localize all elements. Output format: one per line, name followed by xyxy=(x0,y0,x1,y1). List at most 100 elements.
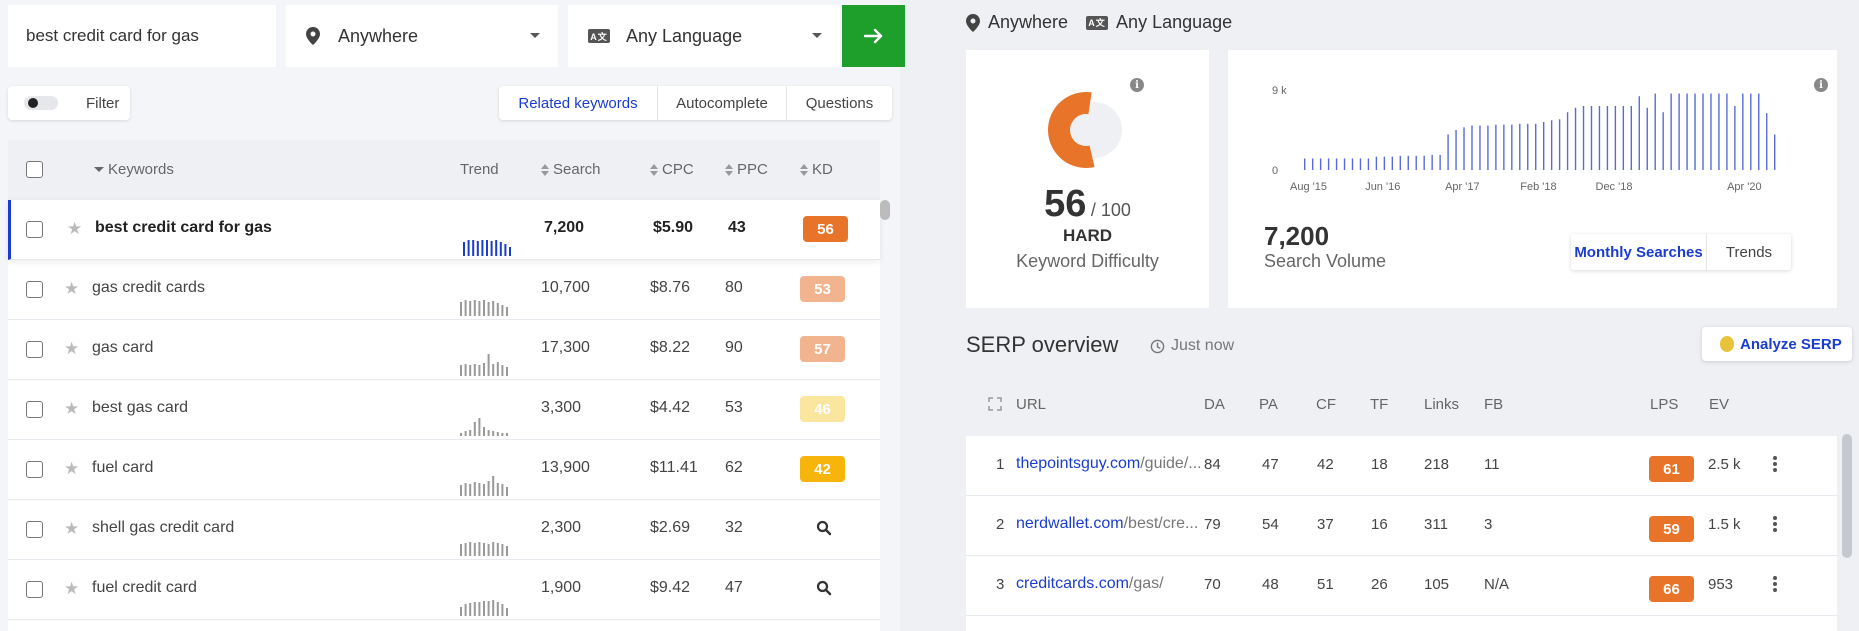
volume-bar xyxy=(1423,155,1425,170)
star-icon[interactable]: ★ xyxy=(64,279,79,299)
header-da[interactable]: DA xyxy=(1204,396,1225,413)
search-volume-card: i 9 k 0 Aug '15 Jun '16 Apr '17 Feb '18 Dec '1… xyxy=(1228,50,1837,308)
header-cpc[interactable]: CPC xyxy=(650,161,694,178)
header-links[interactable]: Links xyxy=(1424,396,1459,413)
cpc-value: $2.69 xyxy=(650,519,691,536)
serp-da: 79 xyxy=(1204,516,1221,533)
table-row[interactable]: ★ best credit card for gas 7,200 $5.90 4… xyxy=(8,200,880,260)
volume-bar xyxy=(1335,158,1338,170)
header-ev[interactable]: EV xyxy=(1709,396,1729,413)
star-icon[interactable]: ★ xyxy=(64,459,79,479)
x-tick-label: Apr '20 xyxy=(1727,181,1762,193)
volume-bar xyxy=(1590,106,1593,170)
row-checkbox[interactable] xyxy=(26,461,43,478)
volume-bar xyxy=(1511,124,1513,170)
star-icon[interactable]: ★ xyxy=(67,219,82,239)
language-select[interactable]: A文 Any Language xyxy=(568,5,840,67)
more-options-icon[interactable] xyxy=(1773,516,1777,532)
table-row[interactable]: ★ gas card 17,300 $8.22 90 57 xyxy=(8,320,880,380)
serp-domain: nerdwallet.com xyxy=(1016,515,1124,532)
header-kd[interactable]: KD xyxy=(800,161,833,178)
location-select[interactable]: Anywhere xyxy=(286,5,558,67)
header-cf[interactable]: CF xyxy=(1316,396,1336,413)
serp-url-link[interactable]: thepointsguy.com/guide/... xyxy=(1016,455,1202,473)
expand-icon[interactable] xyxy=(988,397,1002,411)
volume-bar xyxy=(1614,106,1617,170)
sparkline-bar xyxy=(501,544,504,556)
serp-row[interactable]: 1 thepointsguy.com/guide/... 84 47 42 18 218 1… xyxy=(966,436,1837,496)
search-icon[interactable] xyxy=(816,580,832,596)
serp-row[interactable]: 3 creditcards.com/gas/70 48 51 26 105 N/A 66 9… xyxy=(966,556,1837,616)
row-checkbox[interactable] xyxy=(26,521,43,538)
info-icon[interactable]: i xyxy=(1130,78,1144,92)
volume-bar xyxy=(1375,156,1378,170)
sparkline-bar xyxy=(469,603,472,616)
volume-bar xyxy=(1574,107,1577,170)
header-search[interactable]: Search xyxy=(541,161,601,178)
sparkline-bar xyxy=(487,302,490,316)
sort-icon xyxy=(541,163,549,176)
header-ppc[interactable]: PPC xyxy=(725,161,768,178)
row-checkbox[interactable] xyxy=(26,221,43,238)
header-tf[interactable]: TF xyxy=(1370,396,1388,413)
tab-questions[interactable]: Questions xyxy=(786,86,892,120)
scrollbar[interactable] xyxy=(880,200,890,220)
select-all-checkbox[interactable] xyxy=(26,161,43,178)
volume-bar xyxy=(1542,122,1545,170)
star-icon[interactable]: ★ xyxy=(64,339,79,359)
row-checkbox[interactable] xyxy=(26,401,43,418)
sparkline-bar xyxy=(478,418,481,436)
star-icon[interactable]: ★ xyxy=(64,399,79,419)
header-lps[interactable]: LPS xyxy=(1650,396,1678,413)
ppc-value: 53 xyxy=(725,399,743,416)
serp-url-link[interactable]: creditcards.com/gas/ xyxy=(1016,575,1164,593)
ppc-value: 62 xyxy=(725,459,743,476)
search-submit-button[interactable] xyxy=(842,5,905,67)
location-value: Anywhere xyxy=(338,25,419,46)
table-row[interactable]: ★ fuel credit card 1,900 $9.42 47 xyxy=(8,560,880,620)
volume-bar xyxy=(1455,130,1457,170)
row-checkbox[interactable] xyxy=(26,581,43,598)
info-icon[interactable]: i xyxy=(1814,78,1828,92)
keyword-input[interactable]: best credit card for gas xyxy=(8,5,276,67)
sparkline-bar xyxy=(478,483,481,496)
serp-url-link[interactable]: nerdwallet.com/best/cre... xyxy=(1016,515,1198,533)
table-row[interactable]: ★ shell gas credit card 2,300 $2.69 32 xyxy=(8,500,880,560)
star-icon[interactable]: ★ xyxy=(64,579,79,599)
tab-autocomplete[interactable]: Autocomplete xyxy=(657,86,786,120)
search-icon[interactable] xyxy=(816,520,832,536)
serp-row[interactable]: 2 nerdwallet.com/best/cre... 79 54 37 16 311 3… xyxy=(966,496,1837,556)
table-row[interactable]: ★ fuel card 13,900 $11.41 62 42 xyxy=(8,440,880,500)
more-options-icon[interactable] xyxy=(1773,456,1777,472)
header-fb[interactable]: FB xyxy=(1484,396,1503,413)
search-volume-chart: 9 k 0 Aug '15 Jun '16 Apr '17 Feb '18 Dec '18 A… xyxy=(1272,85,1776,193)
sparkline-bar xyxy=(506,367,508,376)
header-pa[interactable]: PA xyxy=(1259,396,1278,413)
table-row[interactable]: ★ best gas card 3,300 $4.42 53 46 xyxy=(8,380,880,440)
keyword-text: best credit card for gas xyxy=(95,219,272,236)
table-row[interactable]: ★ gas credit cards 10,700 $8.76 80 53 xyxy=(8,260,880,320)
volume-bar xyxy=(1726,93,1728,170)
row-checkbox[interactable] xyxy=(26,341,43,358)
cpc-value: $11.41 xyxy=(650,459,698,476)
serp-path: /guide/... xyxy=(1140,455,1202,472)
sparkline-bar xyxy=(469,542,472,556)
sparkline-bar xyxy=(469,301,472,316)
kd-badge: 57 xyxy=(800,336,845,362)
star-icon[interactable]: ★ xyxy=(64,519,79,539)
row-checkbox[interactable] xyxy=(26,281,43,298)
analyze-serp-button[interactable]: Analyze SERP xyxy=(1702,327,1852,361)
tab-trends[interactable]: Trends xyxy=(1707,234,1791,270)
ppc-value: 80 xyxy=(725,279,743,296)
more-options-icon[interactable] xyxy=(1773,576,1777,592)
header-keywords[interactable]: Keywords xyxy=(94,161,174,178)
tab-monthly-searches[interactable]: Monthly Searches xyxy=(1571,234,1707,270)
toggle-switch[interactable] xyxy=(24,96,58,110)
tab-related-keywords[interactable]: Related keywords xyxy=(499,86,657,120)
sparkline-bar xyxy=(501,484,504,496)
volume-bar xyxy=(1311,158,1314,170)
filter-toggle[interactable]: Filter xyxy=(8,86,130,120)
keyword-text: gas credit cards xyxy=(92,279,205,296)
scrollbar[interactable] xyxy=(1842,434,1852,558)
serp-domain: creditcards.com xyxy=(1016,575,1129,592)
